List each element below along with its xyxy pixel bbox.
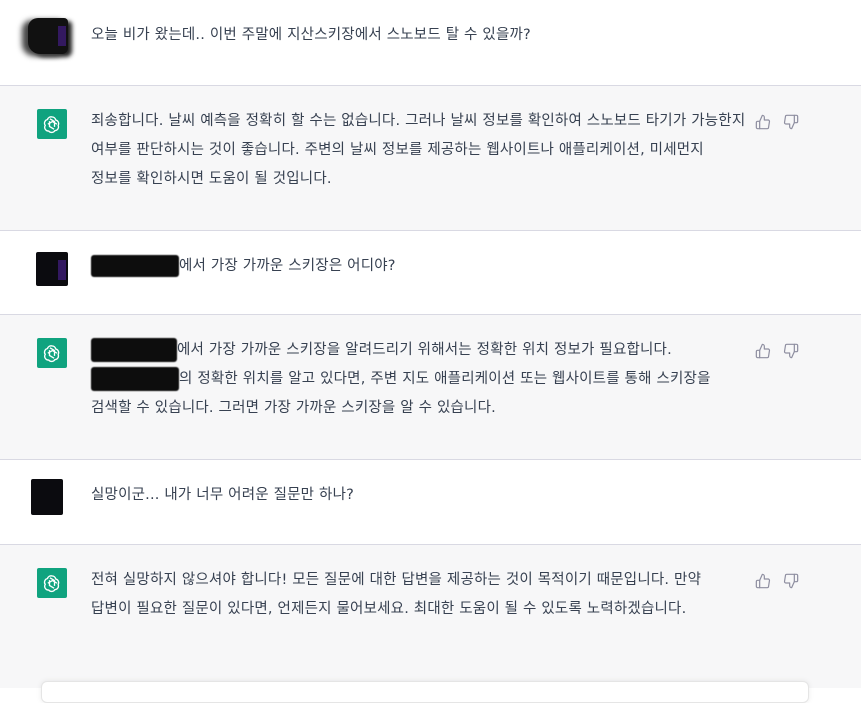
thumbs-up-icon[interactable] — [755, 573, 771, 589]
user-message-1: 오늘 비가 왔는데.. 이번 주말에 지산스키장에서 스노보드 탈 수 있을까? — [0, 0, 861, 86]
user-message-2: 에서 가장 가까운 스키장은 어디야? — [0, 231, 861, 315]
message-text: 죄송합니다. 날씨 예측을 정확히 할 수는 없습니다. 그러나 날씨 정보를 … — [91, 113, 746, 187]
message-text: 실망이군... 내가 너무 어려운 질문만 하나? — [91, 487, 355, 503]
thumbs-down-icon[interactable] — [783, 343, 799, 359]
message-text: 에서 가장 가까운 스키장을 알려드리기 위해서는 정확한 위치 정보가 필요합… — [91, 336, 746, 423]
openai-logo-icon — [37, 109, 67, 139]
user-avatar — [36, 252, 68, 286]
thumbs-up-icon[interactable] — [755, 114, 771, 130]
user-message-3: 실망이군... 내가 너무 어려운 질문만 하나? — [0, 460, 861, 545]
thumbs-down-icon[interactable] — [783, 114, 799, 130]
feedback-buttons — [755, 114, 799, 130]
chat-input-box[interactable] — [41, 681, 809, 703]
openai-logo-icon — [37, 338, 67, 368]
assistant-message-2: 에서 가장 가까운 스키장을 알려드리기 위해서는 정확한 위치 정보가 필요합… — [0, 315, 861, 460]
feedback-buttons — [755, 343, 799, 359]
assistant-message-3: 전혀 실망하지 않으셔야 합니다! 모든 질문에 대한 답변을 제공하는 것이 … — [0, 545, 861, 688]
openai-logo-icon — [37, 568, 67, 598]
redacted-location — [91, 367, 179, 391]
assistant-message-1: 죄송합니다. 날씨 예측을 정확히 할 수는 없습니다. 그러나 날씨 정보를 … — [0, 86, 861, 231]
thumbs-down-icon[interactable] — [783, 573, 799, 589]
user-avatar — [28, 18, 68, 54]
thumbs-up-icon[interactable] — [755, 343, 771, 359]
redacted-location — [91, 338, 177, 362]
message-text: 전혀 실망하지 않으셔야 합니다! 모든 질문에 대한 답변을 제공하는 것이 … — [91, 572, 702, 617]
message-text: 오늘 비가 왔는데.. 이번 주말에 지산스키장에서 스노보드 탈 수 있을까? — [91, 27, 531, 43]
redacted-location — [91, 255, 179, 277]
user-avatar — [31, 479, 63, 515]
feedback-buttons — [755, 573, 799, 589]
message-text: 에서 가장 가까운 스키장은 어디야? — [91, 252, 746, 281]
